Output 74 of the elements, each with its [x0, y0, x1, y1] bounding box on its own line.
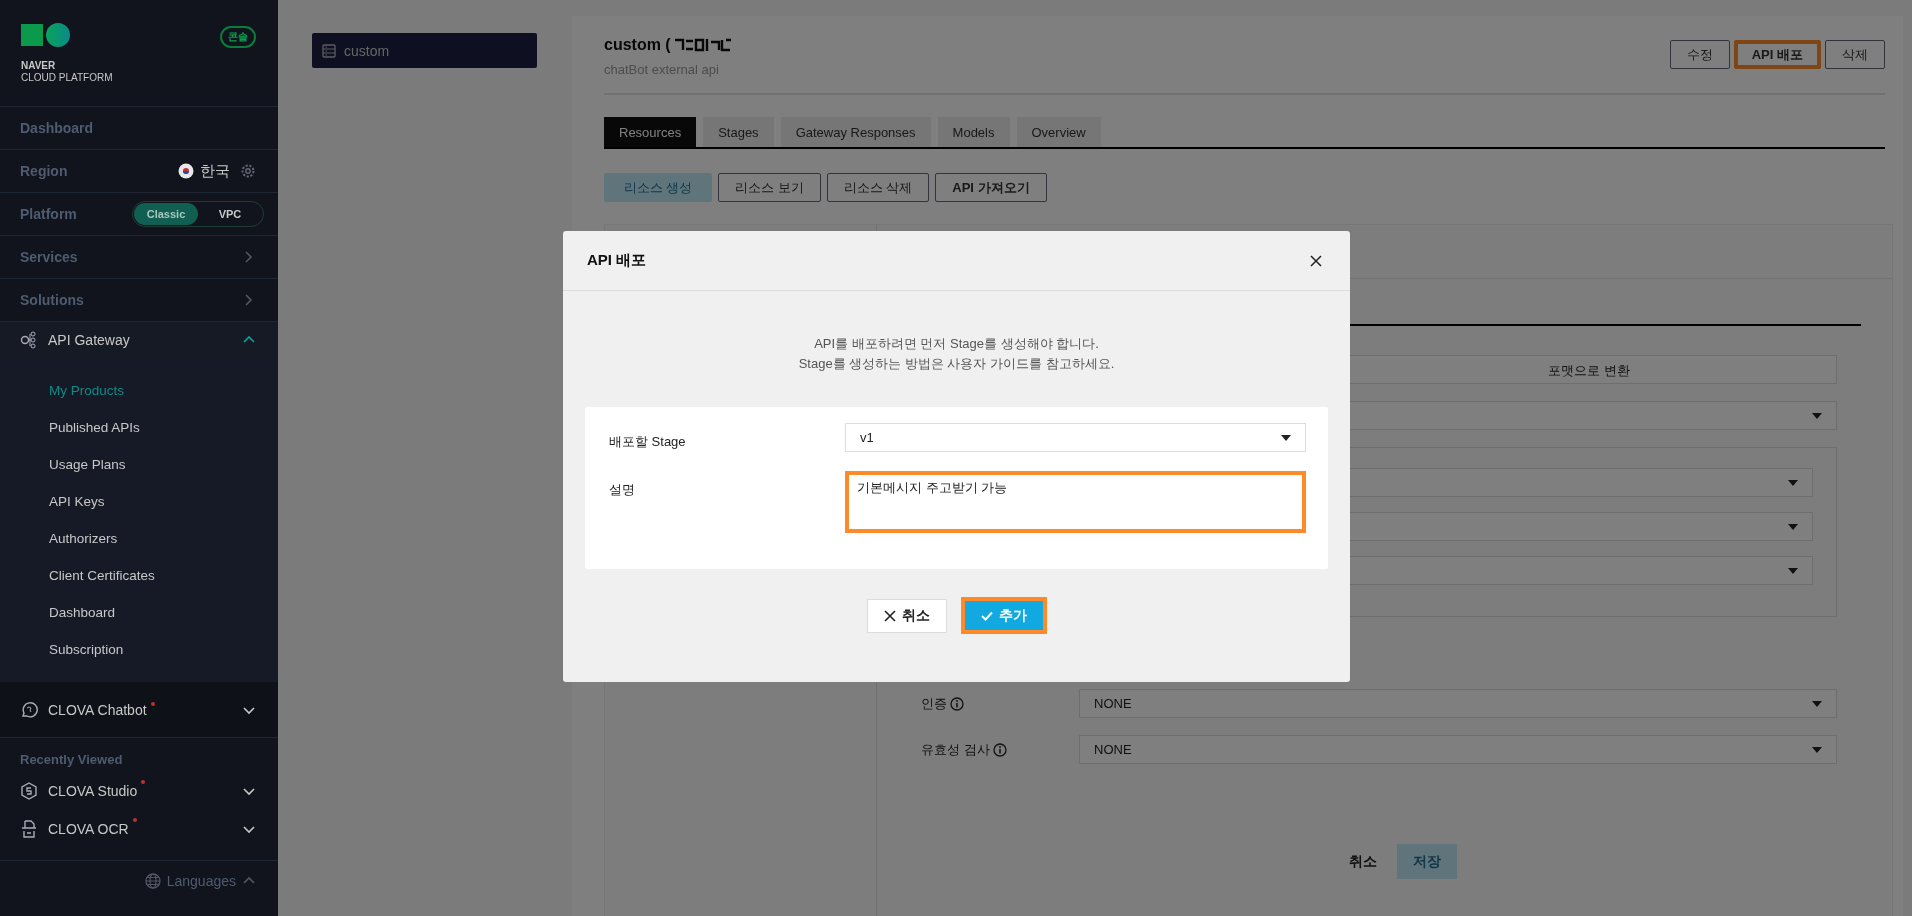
sidebar-link[interactable]: Services	[20, 249, 78, 265]
sidebar-item[interactable]: CLOVA OCR	[0, 810, 278, 848]
message-text: API를 배포하려면 먼저 Stage를 생성해야 합니다.	[814, 335, 1099, 353]
logo-text: NAVER	[21, 60, 57, 72]
resource-button[interactable]: 리소스 보기	[718, 173, 821, 202]
cancel-button[interactable]: 취소	[866, 599, 947, 633]
hexagon-icon	[20, 782, 38, 800]
resource-button[interactable]: API 가져오기	[935, 173, 1047, 202]
field-label: 유효성 검사	[921, 740, 990, 759]
caret-icon	[1788, 479, 1798, 486]
toggle-option[interactable]: Classic	[134, 203, 198, 225]
submenu-item[interactable]: Client Certificates	[49, 557, 155, 594]
caret-icon	[1812, 412, 1822, 419]
close-icon	[883, 610, 896, 622]
caret-icon	[1812, 700, 1822, 707]
resource-button[interactable]: 리소스 삭제	[826, 173, 930, 202]
globe-icon	[144, 873, 161, 889]
field-label: 설명	[609, 481, 636, 499]
logo-text: CLOUD PLATFORM	[21, 72, 113, 84]
language-button[interactable]: Languages	[0, 861, 278, 889]
add-button[interactable]: 추가	[960, 597, 1047, 634]
field-label: 인증	[921, 694, 947, 713]
cancel-button[interactable]: 취소	[1342, 844, 1383, 879]
api-title: custom (	[604, 36, 671, 54]
console-badge[interactable]: 콘솔	[220, 26, 256, 48]
caret-icon	[1788, 567, 1798, 574]
new-dot	[150, 702, 155, 706]
submenu-item[interactable]: API Keys	[49, 483, 105, 520]
document-icon	[20, 820, 38, 838]
region-value[interactable]: 한국	[200, 161, 230, 181]
submenu-item[interactable]: Usage Plans	[49, 446, 126, 483]
section-heading: Recently Viewed	[19, 751, 124, 769]
caret-icon	[1812, 746, 1822, 753]
submenu-item[interactable]: Published APIs	[49, 409, 140, 446]
new-dot	[141, 780, 146, 784]
action-button[interactable]: 수정	[1669, 40, 1730, 69]
tab[interactable]: Models	[937, 117, 1010, 147]
submenu-item[interactable]: My Products	[49, 372, 125, 409]
sidebar-link[interactable]: Dashboard	[20, 120, 94, 136]
select-field[interactable]: v1	[845, 423, 1306, 452]
select-field[interactable]: NONE	[1079, 689, 1837, 718]
description-field[interactable]: 기본메시지 주고받기 가능	[845, 471, 1306, 533]
platform-label: Platform	[20, 206, 77, 222]
tab[interactable]: Gateway Responses	[780, 117, 931, 147]
action-button[interactable]: 삭제	[1825, 40, 1885, 69]
sidebar-item[interactable]: API Gateway	[0, 322, 278, 357]
submenu-item[interactable]: Subscription	[49, 631, 124, 668]
check-icon	[980, 610, 993, 621]
caret-icon	[1281, 434, 1291, 441]
settings-icon	[240, 163, 256, 179]
field-label: 배포할 Stage	[609, 433, 687, 451]
close-icon	[1310, 254, 1322, 267]
toggle-option[interactable]: VPC	[198, 203, 262, 225]
select-field[interactable]: NONE	[1079, 735, 1837, 764]
submenu-item[interactable]: Dashboard	[49, 594, 116, 631]
flag-icon	[178, 163, 194, 179]
region-label: Region	[20, 163, 68, 179]
tab[interactable]: Stages	[703, 117, 774, 147]
action-button[interactable]: API 배포	[1733, 40, 1821, 69]
caret-icon	[1788, 523, 1798, 530]
redaction-mark	[672, 37, 733, 53]
server-icon	[322, 43, 336, 58]
network-icon	[20, 330, 38, 349]
sidebar-item[interactable]: CLOVA Studio	[0, 772, 278, 810]
chat-bubble-icon	[20, 700, 38, 719]
logo-icon	[21, 23, 71, 47]
tab[interactable]: Overview	[1016, 117, 1101, 147]
new-dot	[132, 818, 137, 822]
dialog-title: API 배포	[587, 251, 647, 270]
sidebar-link[interactable]: Solutions	[20, 292, 84, 308]
submenu-item[interactable]: Authorizers	[49, 520, 118, 557]
product-item[interactable]: custom	[312, 33, 537, 68]
sidebar-item[interactable]: CLOVA Chatbot	[0, 682, 278, 738]
tab[interactable]: Resources	[604, 117, 697, 147]
